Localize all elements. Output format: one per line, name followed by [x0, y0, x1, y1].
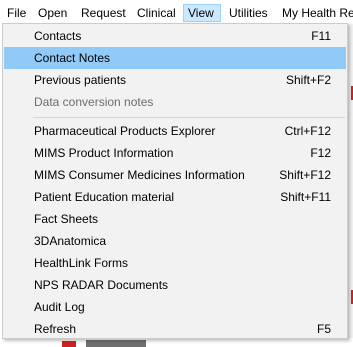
menu-item-label: Fact Sheets: [34, 212, 99, 226]
menu-item-label: Patient Education material: [34, 190, 175, 204]
menu-item-shortcut: F12: [310, 146, 331, 160]
menu-item-patient-education-material[interactable]: Patient Education material Shift+F11: [4, 186, 346, 208]
menu-item-shortcut: Ctrl+F12: [284, 124, 331, 138]
menu-item-fact-sheets[interactable]: Fact Sheets: [4, 208, 346, 230]
menu-item-label: Refresh: [34, 322, 77, 336]
menu-item-label: MIMS Product Information: [34, 146, 174, 160]
menu-my-health-record[interactable]: My Health Re: [277, 4, 353, 22]
menu-item-mims-consumer-medicines-information[interactable]: MIMS Consumer Medicines Information Shif…: [4, 164, 346, 186]
menu-item-3danatomica[interactable]: 3DAnatomica: [4, 230, 346, 252]
menu-separator: [33, 117, 345, 118]
menu-item-refresh[interactable]: Refresh F5: [4, 318, 346, 340]
menu-item-data-conversion-notes: Data conversion notes: [4, 91, 346, 113]
background-icon: [62, 341, 76, 347]
menu-bar: File Open Request Clinical View Utilitie…: [0, 0, 353, 24]
menu-item-label: MIMS Consumer Medicines Information: [34, 168, 245, 182]
menu-item-previous-patients[interactable]: Previous patients Shift+F2: [4, 69, 346, 91]
menu-item-shortcut: Shift+F2: [285, 73, 331, 87]
menu-view[interactable]: View: [183, 4, 221, 22]
menu-item-pharmaceutical-products-explorer[interactable]: Pharmaceutical Products Explorer Ctrl+F1…: [4, 120, 346, 142]
menu-item-healthlink-forms[interactable]: HealthLink Forms: [4, 252, 346, 274]
menu-request[interactable]: Request: [76, 4, 131, 22]
menu-item-label: 3DAnatomica: [34, 234, 107, 248]
menu-utilities[interactable]: Utilities: [224, 4, 273, 22]
background-text: [86, 340, 146, 347]
menu-file[interactable]: File: [2, 4, 31, 22]
menu-item-label: Previous patients: [34, 73, 127, 87]
menu-clinical[interactable]: Clinical: [132, 4, 181, 22]
menu-item-label: Contact Notes: [34, 51, 111, 65]
menu-item-mims-product-information[interactable]: MIMS Product Information F12: [4, 142, 346, 164]
menu-item-label: HealthLink Forms: [34, 256, 129, 270]
menu-item-label: Pharmaceutical Products Explorer: [34, 124, 216, 138]
menu-item-label: Contacts: [34, 29, 82, 43]
view-dropdown-menu: Contacts F11 Contact Notes Previous pati…: [2, 23, 348, 339]
menu-item-label: Data conversion notes: [34, 95, 154, 109]
menu-item-shortcut: Shift+F11: [280, 190, 331, 204]
menu-open[interactable]: Open: [33, 4, 72, 22]
menu-item-audit-log[interactable]: Audit Log: [4, 296, 346, 318]
menu-item-shortcut: F5: [316, 322, 331, 336]
menu-item-contacts[interactable]: Contacts F11: [4, 25, 346, 47]
menu-item-label: NPS RADAR Documents: [34, 278, 169, 292]
menu-item-label: Audit Log: [34, 300, 85, 314]
menu-item-shortcut: F11: [311, 29, 331, 43]
menu-item-shortcut: Shift+F12: [279, 168, 331, 182]
menu-item-nps-radar-documents[interactable]: NPS RADAR Documents: [4, 274, 346, 296]
menu-item-contact-notes[interactable]: Contact Notes: [4, 47, 346, 69]
